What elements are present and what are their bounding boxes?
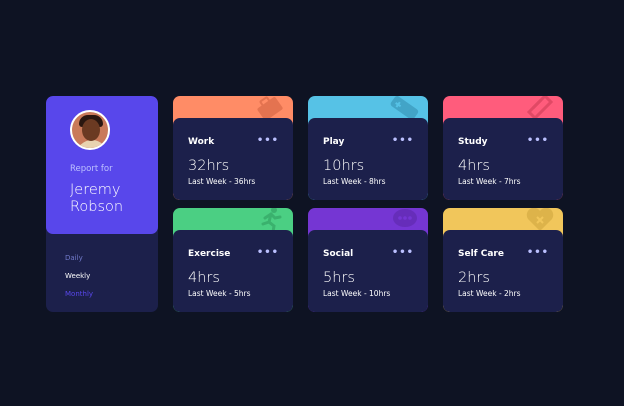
user-name: Jeremy Robson [70, 182, 124, 215]
card-current-hours: 4hrs [188, 270, 220, 286]
card-current-hours: 2hrs [458, 270, 490, 286]
card-previous-hours: Last Week - 5hrs [188, 289, 251, 298]
report-for-label: Report for [70, 164, 113, 174]
ellipsis-icon[interactable]: ••• [257, 247, 279, 258]
card-self-care: Self Care ••• 2hrs Last Week - 2hrs [443, 208, 563, 312]
card-title: Self Care [458, 249, 504, 259]
card-body[interactable]: Social ••• 5hrs Last Week - 10hrs [308, 230, 428, 312]
profile-card: Report for Jeremy Robson Daily Weekly Mo… [46, 96, 158, 312]
card-body[interactable]: Play ••• 10hrs Last Week - 8hrs [308, 118, 428, 200]
card-current-hours: 10hrs [323, 158, 365, 174]
card-current-hours: 32hrs [188, 158, 230, 174]
card-previous-hours: Last Week - 8hrs [323, 177, 386, 186]
ellipsis-icon[interactable]: ••• [392, 247, 414, 258]
card-title: Exercise [188, 249, 231, 259]
profile-header: Report for Jeremy Robson [46, 96, 158, 234]
card-title: Study [458, 137, 488, 147]
card-previous-hours: Last Week - 36hrs [188, 177, 256, 186]
card-exercise: Exercise ••• 4hrs Last Week - 5hrs [173, 208, 293, 312]
ellipsis-icon[interactable]: ••• [257, 135, 279, 146]
card-previous-hours: Last Week - 10hrs [323, 289, 391, 298]
card-title: Social [323, 249, 354, 259]
ellipsis-icon[interactable]: ••• [527, 247, 549, 258]
card-body[interactable]: Study ••• 4hrs Last Week - 7hrs [443, 118, 563, 200]
card-social: Social ••• 5hrs Last Week - 10hrs [308, 208, 428, 312]
card-previous-hours: Last Week - 2hrs [458, 289, 521, 298]
period-weekly[interactable]: Weekly [65, 272, 90, 280]
card-study: Study ••• 4hrs Last Week - 7hrs [443, 96, 563, 200]
card-current-hours: 4hrs [458, 158, 490, 174]
card-play: Play ••• 10hrs Last Week - 8hrs [308, 96, 428, 200]
ellipsis-icon[interactable]: ••• [527, 135, 549, 146]
ellipsis-icon[interactable]: ••• [392, 135, 414, 146]
avatar-shirt [76, 140, 108, 148]
card-previous-hours: Last Week - 7hrs [458, 177, 521, 186]
card-title: Play [323, 137, 345, 147]
card-body[interactable]: Work ••• 32hrs Last Week - 36hrs [173, 118, 293, 200]
card-body[interactable]: Self Care ••• 2hrs Last Week - 2hrs [443, 230, 563, 312]
avatar-face [82, 119, 100, 141]
card-current-hours: 5hrs [323, 270, 355, 286]
card-body[interactable]: Exercise ••• 4hrs Last Week - 5hrs [173, 230, 293, 312]
period-monthly[interactable]: Monthly [65, 290, 93, 298]
card-title: Work [188, 137, 215, 147]
period-daily[interactable]: Daily [65, 254, 83, 262]
card-work: Work ••• 32hrs Last Week - 36hrs [173, 96, 293, 200]
avatar [70, 110, 110, 150]
